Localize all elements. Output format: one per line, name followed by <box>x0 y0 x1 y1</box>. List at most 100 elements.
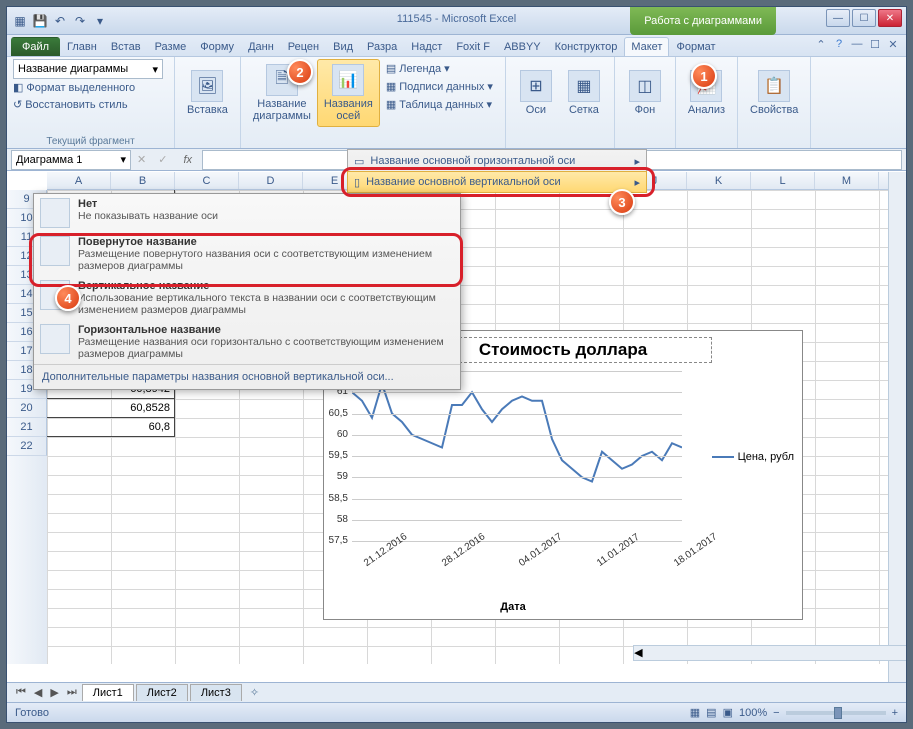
view-pagebreak-icon[interactable]: ▣ <box>723 706 733 719</box>
axis-titles-submenu: ▭ Название основной горизонтальной оси ▸… <box>347 149 647 193</box>
submenu-vertical-axis[interactable]: ▯ Название основной вертикальной оси ▸ <box>347 171 647 193</box>
enter-icon[interactable]: ✓ <box>152 153 173 166</box>
view-normal-icon[interactable]: ▦ <box>690 706 700 719</box>
fx-icon[interactable]: fx <box>173 154 202 166</box>
zoom-level[interactable]: 100% <box>739 707 767 719</box>
chart-plot-area[interactable]: 57,55858,55959,56060,56161,521.12.201628… <box>352 371 682 541</box>
chart-x-axis-label[interactable]: Дата <box>324 601 702 613</box>
tab-format[interactable]: Формат <box>669 37 722 56</box>
background-button[interactable]: ◫Фон <box>621 59 669 127</box>
axis-titles-icon: 📊 <box>332 64 364 96</box>
doc-restore-icon[interactable]: ☐ <box>868 37 882 51</box>
row-header-22[interactable]: 22 <box>7 437 47 456</box>
sheet-nav-next[interactable]: ▶ <box>47 686 61 699</box>
popup-option-none[interactable]: НетНе показывать название оси <box>34 194 460 232</box>
tab-file[interactable]: Файл <box>11 37 60 56</box>
row-header-21[interactable]: 21 <box>7 418 47 437</box>
tab-data[interactable]: Данн <box>241 37 281 56</box>
col-header-D[interactable]: D <box>239 172 303 189</box>
popup-more-options[interactable]: Дополнительные параметры названия основн… <box>34 364 460 389</box>
chart-element-selector[interactable]: Название диаграммы▾ <box>13 59 163 79</box>
view-layout-icon[interactable]: ▤ <box>706 706 716 719</box>
legend-button[interactable]: ▤Легенда ▾ <box>384 61 495 76</box>
ribbon: Название диаграммы▾ ◧Формат выделенного … <box>7 57 906 149</box>
cancel-icon[interactable]: ✕ <box>131 153 152 166</box>
vertical-scrollbar[interactable] <box>888 172 906 682</box>
popup-option-rotated[interactable]: Повернутое названиеРазмещение повернутог… <box>34 232 460 276</box>
chart-legend[interactable]: Цена, рубл <box>712 451 794 463</box>
horizontal-scrollbar[interactable]: ◀▶ <box>633 645 907 661</box>
group-background: ◫Фон <box>615 57 676 148</box>
maximize-button[interactable]: ☐ <box>852 9 876 27</box>
doc-close-icon[interactable]: ✕ <box>886 37 900 51</box>
col-header-A[interactable]: A <box>47 172 111 189</box>
col-header-C[interactable]: C <box>175 172 239 189</box>
save-icon[interactable]: 💾 <box>31 12 49 30</box>
axes-button[interactable]: ⊞Оси <box>512 59 560 127</box>
redo-icon[interactable]: ↷ <box>71 12 89 30</box>
submenu-horizontal-axis[interactable]: ▭ Название основной горизонтальной оси ▸ <box>348 150 646 172</box>
excel-icon: ▦ <box>11 12 29 30</box>
zoom-in-icon[interactable]: + <box>892 707 898 719</box>
tab-abbyy[interactable]: ABBYY <box>497 37 548 56</box>
zoom-slider[interactable] <box>786 711 886 715</box>
y-tick: 58,5 <box>324 493 348 504</box>
y-tick: 59 <box>324 471 348 482</box>
col-header-L[interactable]: L <box>751 172 815 189</box>
tab-page-layout[interactable]: Разме <box>148 37 194 56</box>
col-header-K[interactable]: K <box>687 172 751 189</box>
tab-foxit[interactable]: Foxit F <box>449 37 497 56</box>
undo-icon[interactable]: ↶ <box>51 12 69 30</box>
sheet-nav-last[interactable]: ⏭ <box>64 686 80 699</box>
tab-design[interactable]: Конструктор <box>548 37 625 56</box>
v-axis-icon: ▯ <box>354 176 360 189</box>
sheet-tab-3[interactable]: Лист3 <box>190 684 242 701</box>
cell-b21[interactable]: 60,8 <box>47 418 175 437</box>
hscroll-left-icon[interactable]: ◀ <box>634 646 642 660</box>
data-table-button[interactable]: ▦Таблица данных ▾ <box>384 97 495 112</box>
popup-option-horizontal[interactable]: Горизонтальное названиеРазмещение назван… <box>34 320 460 364</box>
sheet-nav-first[interactable]: ⏮ <box>13 686 29 699</box>
popup-option-vertical[interactable]: Вертикальное названиеИспользование верти… <box>34 276 460 320</box>
insert-label: Вставка <box>187 104 228 116</box>
popup-horizontal-desc: Размещение названия оси горизонтально с … <box>78 336 454 360</box>
properties-label: Свойства <box>750 104 798 116</box>
new-sheet-icon[interactable]: ✧ <box>244 686 265 699</box>
tab-developer[interactable]: Разра <box>360 37 404 56</box>
status-bar: Готово ▦ ▤ ▣ 100% − + <box>7 702 906 722</box>
ribbon-tabs: Файл Главн Встав Разме Форму Данн Рецен … <box>7 35 906 57</box>
sheet-tab-1[interactable]: Лист1 <box>82 684 134 701</box>
axis-titles-button[interactable]: 📊Названия осей <box>317 59 380 127</box>
qat-more-icon[interactable]: ▾ <box>91 12 109 30</box>
close-button[interactable]: ✕ <box>878 9 902 27</box>
tab-insert[interactable]: Встав <box>104 37 148 56</box>
cell-b20[interactable]: 60,8528 <box>47 399 175 418</box>
tab-addins[interactable]: Надст <box>404 37 449 56</box>
properties-button[interactable]: 📋Свойства <box>744 59 804 127</box>
minimize-button[interactable]: — <box>826 9 850 27</box>
help-icon[interactable]: ? <box>832 37 846 51</box>
row-header-20[interactable]: 20 <box>7 399 47 418</box>
group-insert: 🖼Вставка <box>175 57 241 148</box>
sheet-tab-2[interactable]: Лист2 <box>136 684 188 701</box>
sheet-nav-prev[interactable]: ◀ <box>31 686 45 699</box>
tab-review[interactable]: Рецен <box>281 37 326 56</box>
name-box[interactable]: Диаграмма 1▾ <box>11 150 131 170</box>
y-tick: 58 <box>324 514 348 525</box>
ribbon-minimize-icon[interactable]: ⌃ <box>814 37 828 51</box>
insert-button[interactable]: 🖼Вставка <box>181 59 234 127</box>
data-labels-button[interactable]: ▦Подписи данных ▾ <box>384 79 495 94</box>
submenu-horiz-label: Название основной горизонтальной оси <box>370 155 628 167</box>
tab-layout[interactable]: Макет <box>624 37 669 56</box>
tab-home[interactable]: Главн <box>60 37 104 56</box>
reset-style-button[interactable]: ↺Восстановить стиль <box>13 96 168 113</box>
tab-formulas[interactable]: Форму <box>193 37 241 56</box>
grid-button[interactable]: ▦Сетка <box>560 59 608 127</box>
zoom-thumb[interactable] <box>834 707 842 719</box>
col-header-B[interactable]: B <box>111 172 175 189</box>
col-header-M[interactable]: M <box>815 172 879 189</box>
format-selection-button[interactable]: ◧Формат выделенного <box>13 79 168 96</box>
doc-minimize-icon[interactable]: — <box>850 37 864 51</box>
tab-view[interactable]: Вид <box>326 37 360 56</box>
zoom-out-icon[interactable]: − <box>773 707 779 719</box>
